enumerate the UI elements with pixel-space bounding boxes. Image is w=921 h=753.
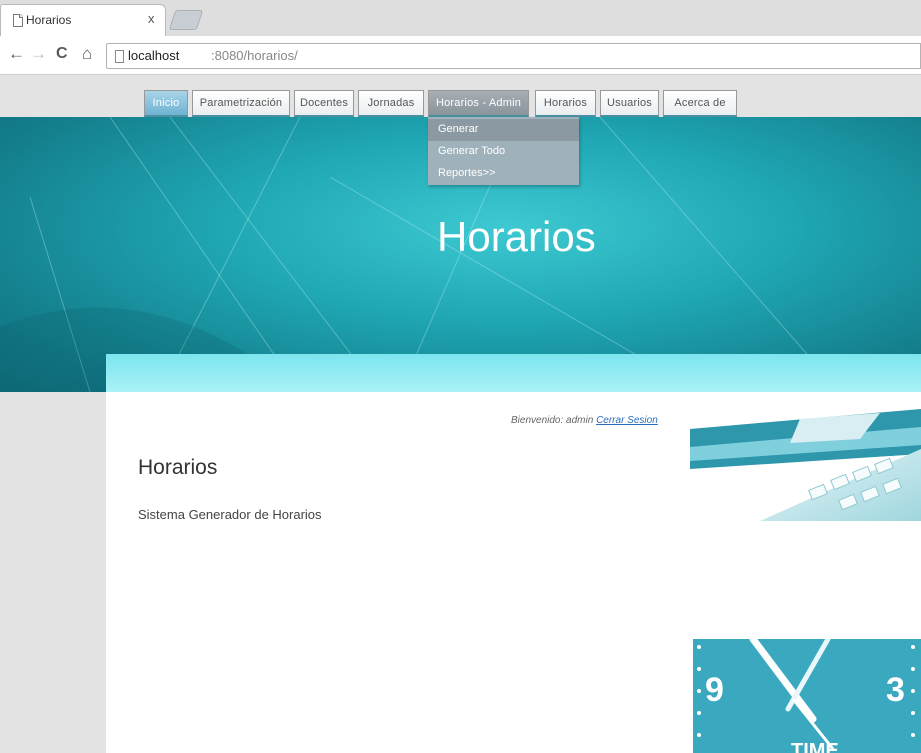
browser-tabstrip: Horarios x xyxy=(0,0,921,36)
logout-link[interactable]: Cerrar Sesion xyxy=(596,415,658,426)
page-icon xyxy=(115,50,124,63)
page: Horarios Inicio Parametrización Docentes… xyxy=(0,75,921,753)
banner-title: Horarios xyxy=(437,213,596,260)
tab-close-button[interactable]: x xyxy=(148,11,155,26)
new-tab-button[interactable] xyxy=(168,10,204,30)
dropdown-item-generar-todo[interactable]: Generar Todo xyxy=(428,141,579,163)
menu-item-docentes[interactable]: Docentes xyxy=(294,90,354,117)
welcome-message: Bienvenido: admin Cerrar Sesion xyxy=(511,415,658,426)
menu-item-jornadas[interactable]: Jornadas xyxy=(358,90,424,117)
menu-item-acerca-de[interactable]: Acerca de xyxy=(663,90,737,117)
address-bar[interactable]: localhost :8080/horarios/ xyxy=(106,43,921,69)
dropdown-item-generar[interactable]: Generar xyxy=(428,119,579,141)
menu-item-horarios[interactable]: Horarios xyxy=(535,90,596,117)
browser-toolbar: ← → C ⌂ localhost :8080/horarios/ xyxy=(0,36,921,75)
url-host: localhost xyxy=(128,48,180,63)
clock-number-9: 9 xyxy=(705,671,724,709)
page-title: Horarios xyxy=(138,456,218,479)
keyboard-image xyxy=(690,409,921,521)
forward-icon[interactable]: → xyxy=(30,44,47,64)
dropdown-item-reportes[interactable]: Reportes>> xyxy=(428,163,579,185)
menu-item-parametrizacion[interactable]: Parametrización xyxy=(192,90,290,117)
menu-item-usuarios[interactable]: Usuarios xyxy=(600,90,659,117)
clock-word: TIME xyxy=(791,740,839,753)
menu-item-horarios-admin[interactable]: Horarios - Admin xyxy=(428,90,529,117)
home-icon[interactable]: ⌂ xyxy=(82,44,92,64)
reload-icon[interactable]: C xyxy=(56,44,68,64)
document-icon xyxy=(13,14,23,27)
browser-tab[interactable]: Horarios x xyxy=(0,4,166,36)
clock-number-3: 3 xyxy=(886,671,905,709)
welcome-text: Bienvenido: admin xyxy=(511,415,594,426)
banner-band xyxy=(106,354,921,392)
tab-title: Horarios xyxy=(26,13,72,27)
main-content: Bienvenido: admin Cerrar Sesion Horarios… xyxy=(106,392,921,753)
horarios-admin-dropdown: Generar Generar Todo Reportes>> xyxy=(428,117,579,185)
menu-item-inicio[interactable]: Inicio xyxy=(144,90,188,117)
back-icon[interactable]: ← xyxy=(8,44,25,64)
url-path: :8080/horarios/ xyxy=(211,48,298,63)
clock-image: 9 3 TIME xyxy=(693,639,921,753)
page-subtitle: Sistema Generador de Horarios xyxy=(138,507,322,522)
